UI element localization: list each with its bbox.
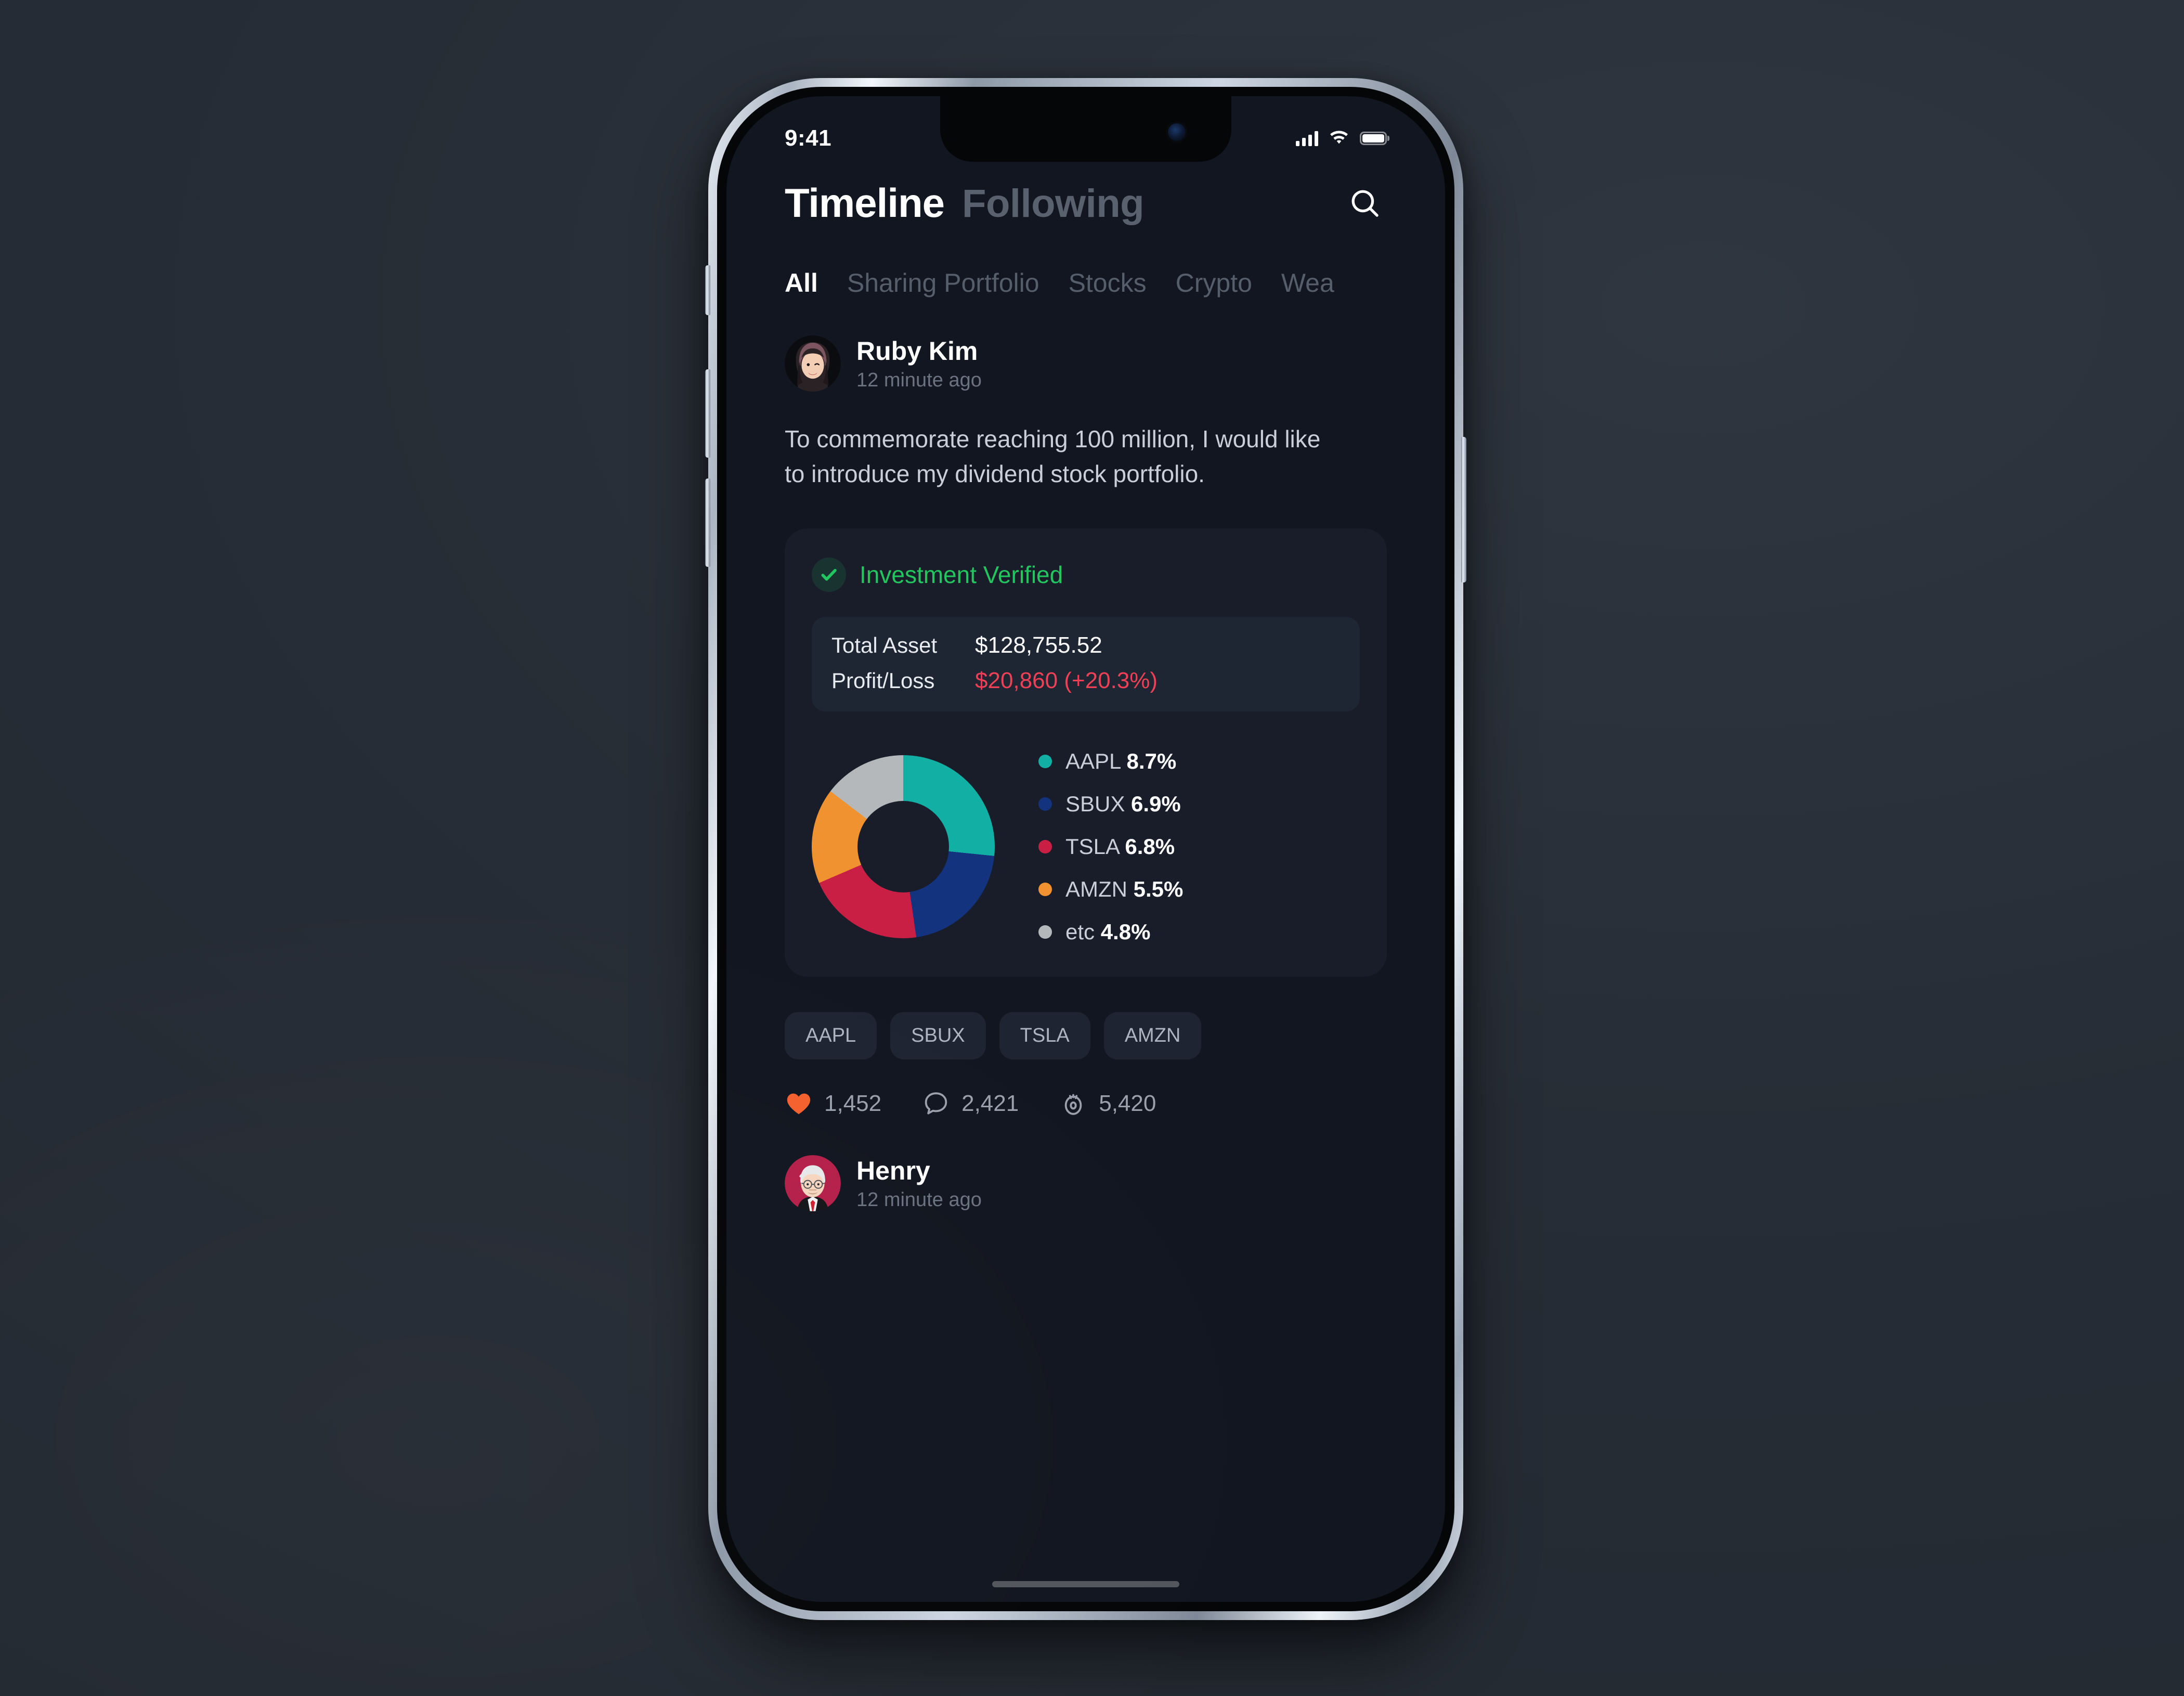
category-tab-bar[interactable]: All Sharing Portfolio Stocks Crypto Wea (726, 268, 1445, 298)
eye-view-icon (1064, 1094, 1082, 1116)
legend-dot-sbux (1038, 797, 1052, 811)
search-button[interactable] (1343, 182, 1387, 225)
legend-dot-tsla (1038, 840, 1052, 854)
post-engagement-bar: 1,452 2,421 5,420 (785, 1090, 1387, 1118)
view-count-item[interactable]: 5,420 (1059, 1090, 1156, 1118)
tab-wealth[interactable]: Wea (1281, 268, 1334, 298)
power-button[interactable] (1461, 437, 1466, 582)
ticker-chip-tsla[interactable]: TSLA (999, 1012, 1090, 1060)
comment-button[interactable]: 2,421 (922, 1090, 1019, 1118)
donut-chart-legend: AAPL 8.7% SBUX 6.9% TSLA 6.8% AMZN 5.5% … (1038, 749, 1183, 944)
like-count: 1,452 (824, 1091, 882, 1117)
avatar-henry[interactable] (785, 1155, 841, 1212)
post-meta: Ruby Kim 12 minute ago (856, 336, 982, 392)
legend-label-etc: etc 4.8% (1065, 920, 1151, 944)
comment-bubble-icon (925, 1092, 947, 1115)
legend-item-aapl: AAPL 8.7% (1038, 749, 1183, 774)
post-card[interactable]: Ruby Kim 12 minute ago To commemorate re… (785, 335, 1387, 1118)
ticker-chip-amzn[interactable]: AMZN (1103, 1012, 1202, 1060)
investment-verified-row: Investment Verified (812, 558, 1360, 592)
cellular-signal-icon (1296, 131, 1318, 146)
post-meta: Henry 12 minute ago (856, 1156, 982, 1211)
phone-device-frame: 9:41 Timeline Following All Sharing Port… (705, 78, 1466, 1620)
legend-label-aapl: AAPL 8.7% (1065, 749, 1177, 774)
total-asset-label: Total Asset (831, 633, 938, 658)
post-card[interactable]: Henry 12 minute ago (785, 1155, 1387, 1212)
post-body-text: To commemorate reaching 100 million, I w… (785, 425, 1321, 487)
post-author-name: Ruby Kim (856, 336, 978, 366)
investment-verified-label: Investment Verified (860, 561, 1063, 589)
ticker-chip-aapl[interactable]: AAPL (785, 1012, 877, 1060)
desktop-backdrop: 9:41 Timeline Following All Sharing Port… (0, 0, 2184, 1696)
post-timestamp: 12 minute ago (856, 1188, 982, 1211)
ticker-chip-list: AAPL SBUX TSLA AMZN (785, 1012, 1387, 1060)
post-timestamp: 12 minute ago (856, 369, 982, 391)
view-count: 5,420 (1099, 1091, 1156, 1117)
portfolio-chart-row: AAPL 8.7% SBUX 6.9% TSLA 6.8% AMZN 5.5% … (812, 749, 1360, 944)
header-title-group: Timeline Following (785, 179, 1343, 227)
legend-dot-etc (1038, 925, 1052, 939)
investment-stats-box: Total Asset $128,755.52 Profit/Loss $20,… (812, 617, 1360, 712)
page-header: Timeline Following (726, 179, 1445, 227)
portfolio-donut-chart[interactable] (812, 755, 995, 939)
wifi-icon (1330, 131, 1348, 144)
post-header: Henry 12 minute ago (785, 1155, 1387, 1212)
investment-card[interactable]: Investment Verified Total Asset $128,755… (785, 528, 1387, 977)
profit-loss-value: $20,860 (+20.3%) (975, 668, 1158, 694)
legend-label-sbux: SBUX 6.9% (1065, 792, 1181, 817)
volume-up-button[interactable] (705, 369, 710, 458)
heart-icon (787, 1094, 811, 1115)
tab-all[interactable]: All (785, 268, 818, 298)
legend-item-sbux: SBUX 6.9% (1038, 792, 1183, 817)
legend-dot-aapl (1038, 755, 1052, 769)
stat-row-profit-loss: Profit/Loss $20,860 (+20.3%) (831, 668, 1340, 694)
page-title[interactable]: Timeline (785, 179, 945, 227)
check-circle-icon (812, 558, 846, 592)
tab-sharing-portfolio[interactable]: Sharing Portfolio (847, 268, 1039, 298)
battery-full-icon (1360, 132, 1387, 145)
ticker-chip-sbux[interactable]: SBUX (890, 1012, 986, 1060)
legend-label-tsla: TSLA 6.8% (1065, 834, 1175, 859)
legend-item-tsla: TSLA 6.8% (1038, 834, 1183, 859)
silent-switch[interactable] (705, 265, 710, 315)
phone-bezel: 9:41 Timeline Following All Sharing Port… (717, 87, 1454, 1611)
post-author-name: Henry (856, 1156, 930, 1185)
legend-item-etc: etc 4.8% (1038, 920, 1183, 944)
following-tab-title[interactable]: Following (962, 181, 1145, 226)
status-bar-icons (1296, 131, 1387, 146)
legend-item-amzn: AMZN 5.5% (1038, 877, 1183, 902)
stat-row-total-asset: Total Asset $128,755.52 (831, 632, 1340, 658)
search-icon (1351, 190, 1379, 217)
timeline-feed: Ruby Kim 12 minute ago To commemorate re… (726, 335, 1445, 1212)
comment-count: 2,421 (961, 1091, 1019, 1117)
like-button[interactable]: 1,452 (785, 1090, 881, 1118)
home-indicator[interactable] (992, 1581, 1179, 1587)
post-header: Ruby Kim 12 minute ago (785, 335, 1387, 392)
tab-crypto[interactable]: Crypto (1176, 268, 1252, 298)
total-asset-value: $128,755.52 (975, 632, 1102, 658)
profit-loss-label: Profit/Loss (831, 668, 935, 693)
donut-center-hole (857, 801, 949, 893)
status-bar: 9:41 (726, 96, 1445, 162)
status-bar-clock: 9:41 (785, 125, 832, 151)
avatar-ruby-kim[interactable] (785, 335, 841, 392)
phone-screen: 9:41 Timeline Following All Sharing Port… (726, 96, 1445, 1602)
legend-dot-amzn (1038, 883, 1052, 897)
legend-label-amzn: AMZN 5.5% (1065, 877, 1184, 902)
volume-down-button[interactable] (705, 478, 710, 567)
tab-stocks[interactable]: Stocks (1069, 268, 1147, 298)
